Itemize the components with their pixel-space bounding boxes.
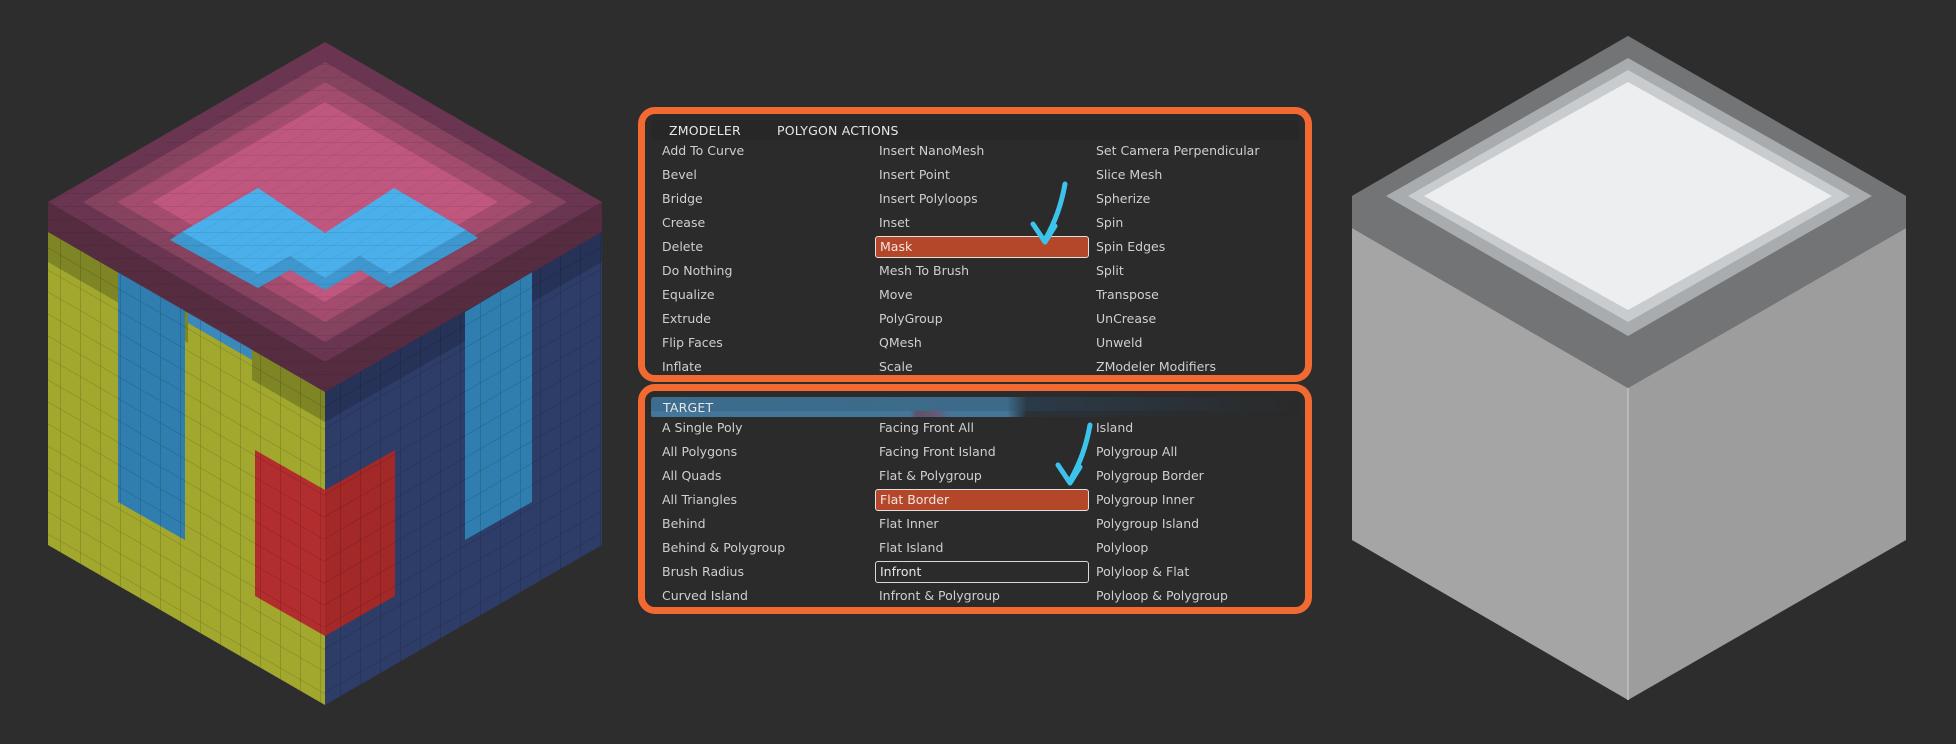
target-flat-border-selected[interactable]: Flat Border xyxy=(875,489,1089,511)
target-flat-inner[interactable]: Flat Inner xyxy=(875,513,1089,535)
action-mesh-to-brush[interactable]: Mesh To Brush xyxy=(875,260,1089,282)
action-spin-edges[interactable]: Spin Edges xyxy=(1092,236,1306,258)
action-transpose[interactable]: Transpose xyxy=(1092,284,1306,306)
zmodeler-polygon-actions-panel: ZMODELER POLYGON ACTIONS Add To Curve In… xyxy=(638,107,1312,382)
action-polygroup[interactable]: PolyGroup xyxy=(875,308,1089,330)
target-polygroup-all[interactable]: Polygroup All xyxy=(1092,441,1306,463)
action-spin[interactable]: Spin xyxy=(1092,212,1306,234)
action-set-camera-perpendicular[interactable]: Set Camera Perpendicular xyxy=(1092,140,1306,162)
target-infront-outlined[interactable]: Infront xyxy=(875,561,1089,583)
action-qmesh[interactable]: QMesh xyxy=(875,332,1089,354)
action-flip-faces[interactable]: Flip Faces xyxy=(658,332,872,354)
target-all-triangles[interactable]: All Triangles xyxy=(658,489,872,511)
grey-cube-illustration xyxy=(1352,36,1906,700)
action-add-to-curve[interactable]: Add To Curve xyxy=(658,140,872,162)
target-polyloop[interactable]: Polyloop xyxy=(1092,537,1306,559)
action-delete[interactable]: Delete xyxy=(658,236,872,258)
target-brush-radius[interactable]: Brush Radius xyxy=(658,561,872,583)
target-all-quads[interactable]: All Quads xyxy=(658,465,872,487)
zmodeler-tab[interactable]: ZMODELER xyxy=(669,123,741,138)
action-bevel[interactable]: Bevel xyxy=(658,164,872,186)
action-spherize[interactable]: Spherize xyxy=(1092,188,1306,210)
target-polygroup-island[interactable]: Polygroup Island xyxy=(1092,513,1306,535)
action-bridge[interactable]: Bridge xyxy=(658,188,872,210)
polygroup-cube-illustration xyxy=(48,42,602,705)
action-slice-mesh[interactable]: Slice Mesh xyxy=(1092,164,1306,186)
action-inflate[interactable]: Inflate xyxy=(658,356,872,378)
action-crease[interactable]: Crease xyxy=(658,212,872,234)
action-do-nothing[interactable]: Do Nothing xyxy=(658,260,872,282)
polygon-actions-grid: Add To Curve Insert NanoMesh Set Camera … xyxy=(645,140,1305,380)
target-panel: TARGET A Single Poly Facing Front All Is… xyxy=(638,384,1312,614)
target-flat-island[interactable]: Flat Island xyxy=(875,537,1089,559)
target-polygroup-border[interactable]: Polygroup Border xyxy=(1092,465,1306,487)
target-all-polygons[interactable]: All Polygons xyxy=(658,441,872,463)
target-a-single-poly[interactable]: A Single Poly xyxy=(658,417,872,439)
action-uncrease[interactable]: UnCrease xyxy=(1092,308,1306,330)
target-polyloop-and-polygroup[interactable]: Polyloop & Polygroup xyxy=(1092,585,1306,607)
action-zmodeler-modifiers[interactable]: ZModeler Modifiers xyxy=(1092,356,1306,378)
action-move[interactable]: Move xyxy=(875,284,1089,306)
target-behind-and-polygroup[interactable]: Behind & Polygroup xyxy=(658,537,872,559)
action-insert-nanomesh[interactable]: Insert NanoMesh xyxy=(875,140,1089,162)
action-extrude[interactable]: Extrude xyxy=(658,308,872,330)
target-infront-and-polygroup[interactable]: Infront & Polygroup xyxy=(875,585,1089,607)
action-split[interactable]: Split xyxy=(1092,260,1306,282)
arrow-pointer-icon xyxy=(1055,422,1093,486)
target-title[interactable]: TARGET xyxy=(663,400,713,415)
target-grid: A Single Poly Facing Front All Island Al… xyxy=(645,417,1305,609)
panel-header: ZMODELER POLYGON ACTIONS xyxy=(651,120,1299,140)
target-polygroup-inner[interactable]: Polygroup Inner xyxy=(1092,489,1306,511)
target-curved-island[interactable]: Curved Island xyxy=(658,585,872,607)
target-island[interactable]: Island xyxy=(1092,417,1306,439)
target-behind[interactable]: Behind xyxy=(658,513,872,535)
action-unweld[interactable]: Unweld xyxy=(1092,332,1306,354)
action-equalize[interactable]: Equalize xyxy=(658,284,872,306)
arrow-pointer-icon xyxy=(1030,181,1068,245)
action-scale[interactable]: Scale xyxy=(875,356,1089,378)
target-polyloop-and-flat[interactable]: Polyloop & Flat xyxy=(1092,561,1306,583)
polygon-actions-tab[interactable]: POLYGON ACTIONS xyxy=(777,123,899,138)
target-panel-header: TARGET xyxy=(651,397,1299,417)
